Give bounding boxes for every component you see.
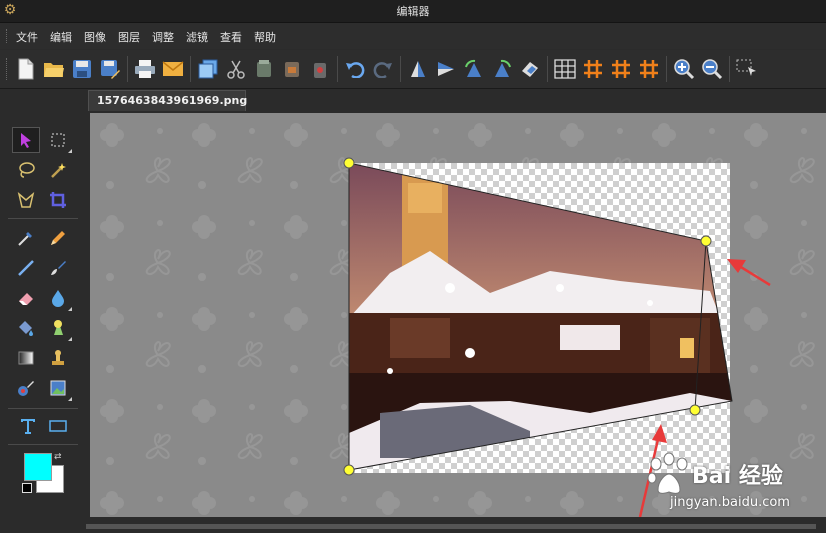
menu-layer[interactable]: 图层 bbox=[112, 29, 146, 45]
transform-handle-bottom-left[interactable] bbox=[343, 464, 355, 476]
tool-corner-marker bbox=[68, 149, 72, 153]
select-tool-icon[interactable] bbox=[733, 55, 761, 83]
lasso-icon[interactable] bbox=[12, 157, 40, 183]
crop-icon[interactable] bbox=[44, 187, 72, 213]
rotate-left-icon[interactable] bbox=[460, 55, 488, 83]
hash-grid-3-icon[interactable] bbox=[635, 55, 663, 83]
eyedropper-icon[interactable] bbox=[12, 225, 40, 251]
transform-handle-top-right[interactable] bbox=[700, 235, 712, 247]
transform-handle-bottom-right[interactable] bbox=[689, 404, 701, 416]
transform-handle-top-left[interactable] bbox=[343, 157, 355, 169]
new-file-icon[interactable] bbox=[12, 55, 40, 83]
line-icon[interactable] bbox=[12, 255, 40, 281]
eraser-icon[interactable] bbox=[12, 285, 40, 311]
toolbox-separator bbox=[8, 218, 78, 219]
flip-horizontal-icon[interactable] bbox=[432, 55, 460, 83]
tool-corner-marker bbox=[68, 397, 72, 401]
save-icon[interactable] bbox=[68, 55, 96, 83]
toolbar-separator bbox=[729, 56, 730, 82]
title-bar: ⚙ 编辑器 bbox=[0, 0, 826, 23]
scrollbar-thumb[interactable] bbox=[86, 524, 816, 529]
undo-icon[interactable] bbox=[341, 55, 369, 83]
toolbar-row bbox=[12, 55, 761, 83]
menu-view[interactable]: 查看 bbox=[214, 29, 248, 45]
menu-help[interactable]: 帮助 bbox=[248, 29, 282, 45]
main-toolbar bbox=[0, 50, 826, 89]
toolbar-separator bbox=[127, 56, 128, 82]
clone-stamp-icon[interactable] bbox=[44, 345, 72, 371]
paste-icon[interactable] bbox=[278, 55, 306, 83]
text-icon[interactable] bbox=[14, 413, 42, 439]
swap-colors-icon[interactable]: ⇄ bbox=[54, 452, 62, 462]
toolbar-separator bbox=[547, 56, 548, 82]
hash-grid-2-icon[interactable] bbox=[607, 55, 635, 83]
recolor-icon[interactable] bbox=[12, 375, 40, 401]
toolbox-separator bbox=[8, 408, 78, 409]
magic-wand-icon[interactable] bbox=[44, 157, 72, 183]
zoom-out-icon[interactable] bbox=[698, 55, 726, 83]
horizontal-scrollbar[interactable] bbox=[86, 520, 826, 533]
red-arrow-annotation bbox=[727, 259, 771, 287]
menu-image[interactable]: 图像 bbox=[78, 29, 112, 45]
baidu-paw-icon bbox=[647, 452, 688, 494]
cut-icon[interactable] bbox=[222, 55, 250, 83]
reset-colors-icon[interactable] bbox=[22, 483, 32, 493]
menu-edit[interactable]: 编辑 bbox=[44, 29, 78, 45]
delete-icon[interactable] bbox=[306, 55, 334, 83]
redo-icon[interactable] bbox=[369, 55, 397, 83]
watermark-brand: Bai 经验 bbox=[692, 464, 783, 489]
email-icon[interactable] bbox=[159, 55, 187, 83]
menu-items: 文件 编辑 图像 图层 调整 滤镜 查看 帮助 bbox=[10, 29, 282, 45]
polygon-lasso-icon[interactable] bbox=[12, 187, 40, 213]
primary-color-swatch[interactable] bbox=[24, 453, 52, 481]
toolbar-grip bbox=[6, 58, 10, 80]
move-icon[interactable] bbox=[12, 127, 40, 153]
document-tab[interactable]: 1576463843961969.png * bbox=[88, 90, 247, 127]
rotate-free-icon[interactable] bbox=[516, 55, 544, 83]
baidu-watermark: Bai 经验 jingyan.baidu.com bbox=[640, 452, 826, 520]
toolbox-separator bbox=[8, 444, 78, 445]
menu-filter[interactable]: 滤镜 bbox=[180, 29, 214, 45]
watermark-url: jingyan.baidu.com bbox=[670, 495, 790, 510]
menu-bar: 文件 编辑 图像 图层 调整 滤镜 查看 帮助 bbox=[0, 23, 826, 49]
open-folder-icon[interactable] bbox=[40, 55, 68, 83]
document-tab-bar: 1576463843961969.png * bbox=[0, 89, 826, 127]
window-title: 编辑器 bbox=[396, 5, 430, 18]
toolbar-separator bbox=[400, 56, 401, 82]
layers-icon[interactable] bbox=[194, 55, 222, 83]
menu-file[interactable]: 文件 bbox=[10, 29, 44, 45]
gradient-icon[interactable] bbox=[12, 345, 40, 371]
pencil-icon[interactable] bbox=[44, 225, 72, 251]
brush-icon[interactable] bbox=[44, 255, 72, 281]
print-icon[interactable] bbox=[131, 55, 159, 83]
toolbar-separator bbox=[190, 56, 191, 82]
transformed-photo bbox=[349, 163, 732, 470]
tool-corner-marker bbox=[68, 307, 72, 311]
menu-adjust[interactable]: 调整 bbox=[146, 29, 180, 45]
flip-vertical-icon[interactable] bbox=[404, 55, 432, 83]
save-as-icon[interactable] bbox=[96, 55, 124, 83]
grid-icon[interactable] bbox=[551, 55, 579, 83]
hash-grid-icon[interactable] bbox=[579, 55, 607, 83]
fill-bucket-icon[interactable] bbox=[12, 315, 40, 341]
zoom-in-icon[interactable] bbox=[670, 55, 698, 83]
copy-icon[interactable] bbox=[250, 55, 278, 83]
rectangle-shape-icon[interactable] bbox=[44, 413, 72, 439]
tool-corner-marker bbox=[68, 337, 72, 341]
toolbar-separator bbox=[337, 56, 338, 82]
toolbar-separator bbox=[666, 56, 667, 82]
rotate-right-icon[interactable] bbox=[488, 55, 516, 83]
